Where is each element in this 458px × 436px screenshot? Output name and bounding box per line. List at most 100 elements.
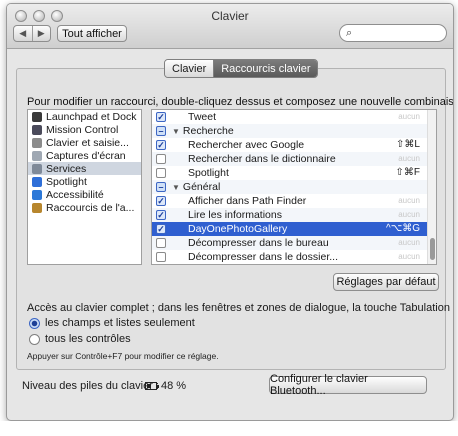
shortcut-row[interactable]: ✓ Tweet aucun [152,110,436,124]
radio-label: tous les contrôles [45,333,131,345]
shortcut-row[interactable]: Spotlight ⇧⌘F [152,166,436,180]
category-item[interactable]: Captures d'écran [28,149,141,162]
forward-arrow-icon[interactable]: ▶ [31,26,51,41]
category-item[interactable]: Raccourcis de l'a... [28,201,141,214]
shortcut-label-container: Afficher dans Path Finder [188,195,306,207]
shortcut-label-container: Rechercher avec Google [188,139,304,151]
shortcut-label-container: Rechercher dans le dictionnaire [188,153,336,165]
full-keyboard-access-label: Accès au clavier complet ; dans les fenê… [27,302,454,314]
radio-button[interactable] [29,333,40,345]
enable-checkbox[interactable]: ✓ [156,112,166,122]
window-title: Clavier [211,9,249,23]
accessibility-icon [32,189,42,200]
radio-label: les champs et listes seulement [45,317,195,329]
shortcut-keys[interactable]: aucun [398,252,420,261]
restore-defaults-button[interactable]: Réglages par défaut [333,273,439,291]
shortcut-keys[interactable]: ⇧⌘L [396,139,420,150]
radio-button[interactable] [29,317,40,329]
shortcut-row[interactable]: ✓ Rechercher avec Google ⇧⌘L [152,138,436,152]
instruction-text: Pour modifier un raccourci, double-cliqu… [27,96,454,108]
enable-checkbox[interactable]: – [156,182,166,192]
battery-label: Niveau des piles du clavier : [22,380,159,392]
battery-level: 48 % [161,380,187,392]
app-shortcuts-icon [32,202,42,213]
radio-all-controls[interactable]: tous les contrôles [29,332,131,346]
tab-keyboard-shortcuts[interactable]: Raccourcis clavier [213,60,318,77]
shortcut-row[interactable]: Décompresser dans le dossier... aucun [152,250,436,264]
category-label: Raccourcis de l'a... [46,201,135,214]
disclosure-triangle-icon[interactable]: ▼ [172,183,180,192]
search-field[interactable]: ⌕ [339,24,447,42]
shortcut-label: Recherche [182,125,234,137]
shortcut-label: Décompresser dans le dossier... [188,251,338,263]
tab-keyboard[interactable]: Clavier [165,60,214,77]
back-arrow-icon[interactable]: ◀ [14,26,32,41]
category-item[interactable]: Mission Control [28,123,141,136]
search-input[interactable] [360,27,440,39]
shortcut-row[interactable]: ✓ DayOnePhotoGallery ^⌥⌘G [152,222,436,236]
disclosure-triangle-icon[interactable]: ▼ [172,127,180,136]
enable-checkbox[interactable] [156,168,166,178]
category-label: Services [46,162,87,175]
category-item[interactable]: Launchpad et Dock [28,110,141,123]
shortcut-keys[interactable]: aucun [398,112,420,121]
shortcut-keys[interactable]: aucun [398,210,420,219]
setup-bluetooth-keyboard-button[interactable]: Configurer le clavier Bluetooth... [269,373,427,397]
category-list: Launchpad et Dock Mission Control Clavier … [27,109,142,265]
enable-checkbox[interactable]: – [156,126,166,136]
enable-checkbox[interactable] [156,252,166,262]
category-label: Mission Control [46,123,119,136]
shortcut-keys[interactable]: aucun [398,196,420,205]
shortcut-label-container: ▼ Recherche [172,125,234,137]
shortcut-label: Afficher dans Path Finder [188,195,307,207]
shortcut-row[interactable]: Décompresser dans le bureau aucun [152,236,436,250]
category-item[interactable]: Clavier et saisie... [28,136,141,149]
shortcut-group-row[interactable]: – ▼ Recherche [152,124,436,138]
navigation-segment: ◀ ▶ [13,25,51,42]
radio-text-boxes-and-lists[interactable]: les champs et listes seulement [29,316,195,330]
screenshot-icon [32,150,42,161]
show-all-button[interactable]: Tout afficher [57,25,127,42]
enable-checkbox[interactable]: ✓ [156,196,166,206]
shortcut-row[interactable]: Rechercher dans le dictionnaire aucun [152,152,436,166]
shortcut-keys[interactable]: aucun [398,238,420,247]
shortcut-row[interactable]: ✓ Afficher dans Path Finder aucun [152,194,436,208]
shortcut-keys[interactable]: aucun [398,154,420,163]
shortcut-label: Décompresser dans le bureau [188,237,329,249]
category-item[interactable]: Services [28,162,141,175]
shortcut-keys[interactable]: ^⌥⌘G [386,223,420,234]
category-item[interactable]: Spotlight [28,175,141,188]
shortcut-label: DayOnePhotoGallery [188,223,288,235]
shortcut-group-row[interactable]: – ▼ Général [152,180,436,194]
enable-checkbox[interactable] [156,238,166,248]
battery-icon [145,382,159,390]
shortcut-label: Tweet [188,111,217,123]
enable-checkbox[interactable] [156,154,166,164]
shortcut-list: ✓ Tweet aucun – ▼ Recherche ✓ Rechercher avec G… [151,109,437,265]
scrollbar-thumb[interactable] [430,238,435,260]
shortcut-row[interactable]: ✓ Lire les informations aucun [152,208,436,222]
shortcut-label-container: ▼ Général [172,181,220,193]
tab-bar: Clavier Raccourcis clavier [164,59,319,78]
services-gear-icon [32,163,42,174]
shortcut-hint: Appuyer sur Contrôle+F7 pour modifier ce… [27,351,219,361]
shortcut-list-scrollbar[interactable] [427,110,436,264]
shortcut-label: Spotlight [188,167,229,179]
enable-checkbox[interactable]: ✓ [156,140,166,150]
shortcut-label: Lire les informations [188,209,282,221]
category-label: Clavier et saisie... [46,136,129,149]
enable-checkbox[interactable]: ✓ [156,224,166,234]
enable-checkbox[interactable]: ✓ [156,210,166,220]
shortcut-label: Rechercher dans le dictionnaire [188,153,336,165]
shortcut-label-container: Décompresser dans le bureau [188,237,329,249]
category-label: Launchpad et Dock [46,110,137,123]
shortcut-keys[interactable]: ⇧⌘F [396,167,421,178]
shortcut-label: Général [182,181,221,193]
category-label: Accessibilité [46,188,104,201]
mission-control-icon [32,124,42,135]
category-label: Spotlight [46,175,87,188]
background-strip [0,421,458,436]
shortcut-label-container: Décompresser dans le dossier... [188,251,338,263]
category-label: Captures d'écran [46,149,126,162]
category-item[interactable]: Accessibilité [28,188,141,201]
